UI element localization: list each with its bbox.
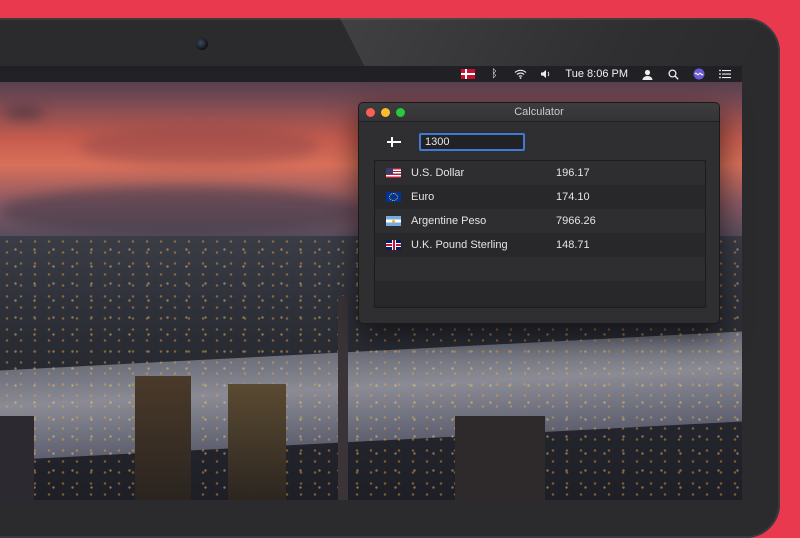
converted-value: 196.17 <box>556 167 590 179</box>
tv-tower <box>338 296 348 500</box>
calculator-window: Calculator U.S. Dollar 196.17 Euro 174.1… <box>358 102 720 324</box>
window-title: Calculator <box>514 106 564 118</box>
skyscraper <box>135 376 191 500</box>
volume-icon[interactable] <box>539 68 553 80</box>
clock[interactable]: Tue 8:06 PM <box>565 68 628 80</box>
list-item[interactable]: U.K. Pound Sterling 148.71 <box>375 233 705 257</box>
skyscraper <box>0 416 34 500</box>
denmark-flag-icon[interactable] <box>461 69 476 79</box>
currency-name: Euro <box>411 191 435 203</box>
user-icon[interactable] <box>640 68 654 80</box>
argentina-flag-icon <box>386 216 401 226</box>
currency-name: U.K. Pound Sterling <box>411 239 508 251</box>
converted-value: 148.71 <box>556 239 590 251</box>
us-flag-icon <box>386 168 401 178</box>
skyscraper <box>228 384 286 500</box>
amount-row <box>359 122 719 162</box>
currency-name: Argentine Peso <box>411 215 487 227</box>
wifi-icon[interactable] <box>513 68 527 80</box>
bluetooth-icon[interactable]: ᛒ <box>487 68 501 80</box>
uk-flag-icon <box>386 240 401 250</box>
window-titlebar[interactable]: Calculator <box>359 103 719 122</box>
converted-value: 174.10 <box>556 191 590 203</box>
search-icon[interactable] <box>666 68 680 80</box>
skyscraper <box>455 416 545 500</box>
siri-icon[interactable] <box>692 68 706 80</box>
menu-bar: ᛒ Tue 8:06 PM <box>0 66 742 82</box>
list-item[interactable]: Euro 174.10 <box>375 185 705 209</box>
camera-icon <box>196 38 208 50</box>
converted-value: 7966.26 <box>556 215 596 227</box>
empty-row <box>375 281 705 305</box>
denmark-flag-icon[interactable] <box>387 137 401 147</box>
empty-row <box>375 257 705 281</box>
amount-input[interactable] <box>419 133 525 151</box>
notification-center-icon[interactable] <box>718 68 732 80</box>
list-item[interactable]: Argentine Peso 7966.26 <box>375 209 705 233</box>
list-item[interactable]: U.S. Dollar 196.17 <box>375 161 705 185</box>
currency-name: U.S. Dollar <box>411 167 465 179</box>
eu-flag-icon <box>386 192 401 202</box>
conversion-list[interactable]: U.S. Dollar 196.17 Euro 174.10 Argentine… <box>374 160 706 308</box>
